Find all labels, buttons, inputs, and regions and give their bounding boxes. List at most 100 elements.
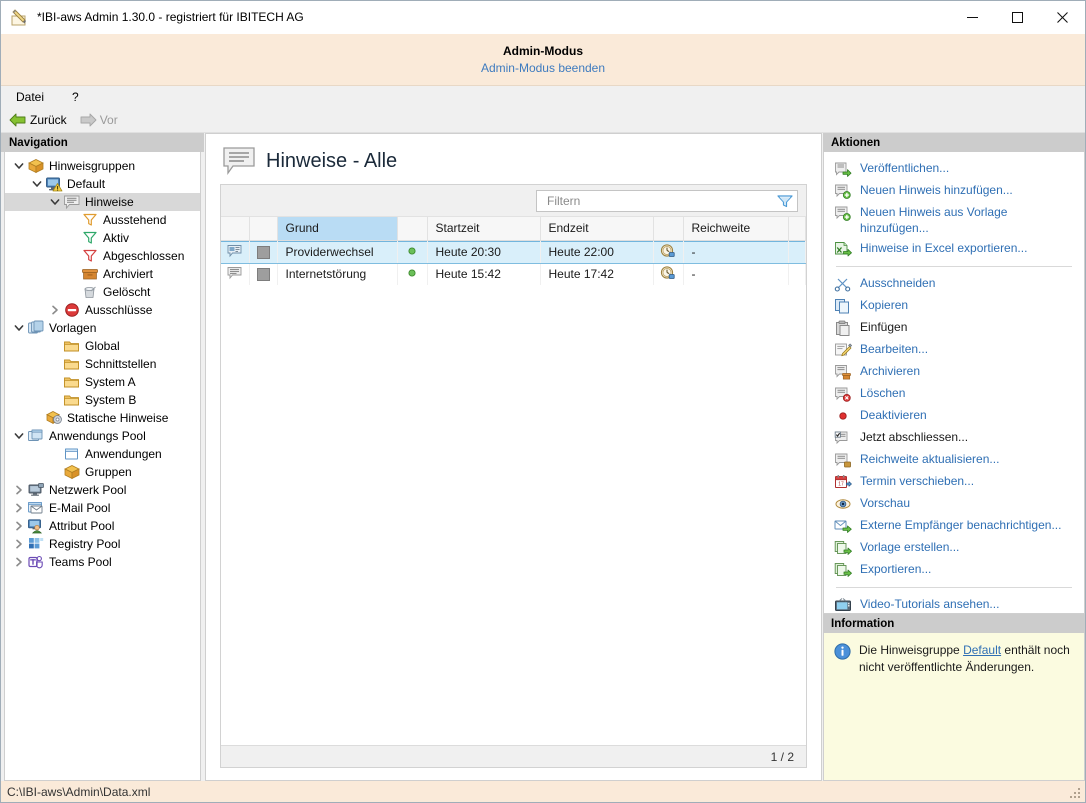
chevron-right-icon[interactable]: [47, 302, 63, 318]
chevron-down-icon[interactable]: [11, 320, 27, 336]
menu-datei[interactable]: Datei: [13, 89, 47, 105]
grid-body[interactable]: Providerwechsel Heute 20:30 Heute 22:00- In…: [221, 240, 806, 745]
forward-button[interactable]: Vor: [79, 113, 118, 127]
tree-item-hinweise[interactable]: Hinweise: [5, 193, 200, 211]
admin-mode-exit-link[interactable]: Admin-Modus beenden: [481, 59, 605, 77]
action-deaktivieren[interactable]: Deaktivieren: [824, 405, 1084, 427]
col-grund[interactable]: Grund: [277, 217, 398, 241]
tree-item-label: Schnittstellen: [85, 357, 157, 371]
filter-input[interactable]: [545, 192, 777, 209]
actions-list[interactable]: Veröffentlichen... Neuen Hinweis hinzufüg…: [823, 152, 1085, 614]
col-spacer[interactable]: [788, 217, 806, 241]
resize-grip[interactable]: [1070, 788, 1082, 800]
menu-help[interactable]: ?: [69, 89, 82, 105]
navigation-tree-scroll[interactable]: Hinweisgruppen Default Hinweise Ausstehend A…: [4, 152, 201, 781]
action-video-tutorials-ansehen[interactable]: Video-Tutorials ansehen...: [824, 594, 1084, 613]
maximize-button[interactable]: [995, 0, 1040, 34]
cell-grund: Providerwechsel: [277, 240, 398, 264]
action-neuen-hinweis-hinzufügen[interactable]: Neuen Hinweis hinzufügen...: [824, 180, 1084, 202]
col-reichweite[interactable]: Reichweite: [683, 217, 789, 241]
tree-item-gruppen[interactable]: Gruppen: [5, 463, 200, 481]
action-jetzt-abschliessen[interactable]: Jetzt abschliessen...: [824, 427, 1084, 449]
filter-box[interactable]: [536, 189, 798, 212]
tree-item-label: Vorlagen: [49, 321, 97, 335]
action-vorschau[interactable]: Vorschau: [824, 493, 1084, 515]
chevron-down-icon[interactable]: [11, 158, 27, 174]
action-vorlage-erstellen[interactable]: Vorlage erstellen...: [824, 537, 1084, 559]
cell-spacer: [788, 240, 806, 264]
notice-lines-icon: [222, 146, 256, 176]
app-icon: [9, 6, 31, 28]
action-bearbeiten[interactable]: Bearbeiten...: [824, 339, 1084, 361]
tree-item-aktiv[interactable]: Aktiv: [5, 229, 200, 247]
chevron-down-icon[interactable]: [11, 428, 27, 444]
action-ausschneiden[interactable]: Ausschneiden: [824, 273, 1084, 295]
notice-delete-icon: [834, 386, 852, 403]
info-link-default[interactable]: Default: [963, 643, 1001, 657]
action-externe-empfänger-benachrichtigen[interactable]: Externe Empfänger benachrichtigen...: [824, 515, 1084, 537]
col-recurrence[interactable]: [653, 217, 684, 241]
action-veröffentlichen[interactable]: Veröffentlichen...: [824, 158, 1084, 180]
tree-item-label: Global: [85, 339, 120, 353]
col-status-dot[interactable]: [397, 217, 428, 241]
tree-item-netzwerk-pool[interactable]: Netzwerk Pool: [5, 481, 200, 499]
minimize-button[interactable]: [950, 0, 995, 34]
tree-item-abgeschlossen[interactable]: Abgeschlossen: [5, 247, 200, 265]
deactivate-dot-icon: [834, 408, 852, 425]
col-endzeit[interactable]: Endzeit: [540, 217, 654, 241]
tree-item-statische-hinweise[interactable]: Statische Hinweise: [5, 409, 200, 427]
action-reichweite-aktualisieren[interactable]: Reichweite aktualisieren...: [824, 449, 1084, 471]
action-einfügen[interactable]: Einfügen: [824, 317, 1084, 339]
action-neuen-hinweis-aus-vorlage-hinzufügen[interactable]: Neuen Hinweis aus Vorlage hinzufügen...: [824, 202, 1084, 238]
tree-item-hinweisgruppen[interactable]: Hinweisgruppen: [5, 157, 200, 175]
tree-item-attribut-pool[interactable]: Attribut Pool: [5, 517, 200, 535]
funnel-filter-icon[interactable]: [777, 194, 793, 208]
action-hinweise-in-excel-exportieren[interactable]: Hinweise in Excel exportieren...: [824, 238, 1084, 260]
table-row[interactable]: Providerwechsel Heute 20:30 Heute 22:00 -: [221, 240, 806, 264]
tree-item-global[interactable]: Global: [5, 337, 200, 355]
chevron-down-icon[interactable]: [47, 194, 63, 210]
action-termin-verschieben[interactable]: 17 Termin verschieben...: [824, 471, 1084, 493]
tree-item-ausstehend[interactable]: Ausstehend: [5, 211, 200, 229]
tree-item-e-mail-pool[interactable]: E-Mail Pool: [5, 499, 200, 517]
back-button[interactable]: Zurück: [9, 113, 67, 127]
tree-item-gel-scht[interactable]: Gelöscht: [5, 283, 200, 301]
action-label: Video-Tutorials ansehen...: [860, 597, 1000, 611]
tree-item-schnittstellen[interactable]: Schnittstellen: [5, 355, 200, 373]
tree-item-archiviert[interactable]: Archiviert: [5, 265, 200, 283]
chevron-right-icon[interactable]: [11, 518, 27, 534]
tree-item-system-b[interactable]: System B: [5, 391, 200, 409]
tree-item-teams-pool[interactable]: Teams Pool: [5, 553, 200, 571]
tree-item-anwendungs-pool[interactable]: Anwendungs Pool: [5, 427, 200, 445]
tree-item-label: Ausschlüsse: [85, 303, 153, 317]
action-archivieren[interactable]: Archivieren: [824, 361, 1084, 383]
col-startzeit[interactable]: Startzeit: [427, 217, 541, 241]
tree-item-ausschl-sse[interactable]: Ausschlüsse: [5, 301, 200, 319]
chevron-right-icon[interactable]: [11, 554, 27, 570]
chevron-down-icon[interactable]: [29, 176, 45, 192]
information-header: Information: [823, 614, 1085, 633]
action-exportieren[interactable]: Exportieren...: [824, 559, 1084, 581]
admin-mode-title: Admin-Modus: [503, 43, 583, 58]
tree-item-registry-pool[interactable]: Registry Pool: [5, 535, 200, 553]
paste-icon: [834, 320, 852, 337]
action-kopieren[interactable]: Kopieren: [824, 295, 1084, 317]
tree-item-label: Default: [67, 177, 106, 191]
publish-arrow-icon: [834, 161, 852, 178]
col-color-swatch[interactable]: [249, 217, 278, 241]
chevron-right-icon[interactable]: [11, 500, 27, 516]
table-row[interactable]: Internetstörung Heute 15:42 Heute 17:42 -: [221, 263, 806, 285]
tree-item-anwendungen[interactable]: Anwendungen: [5, 445, 200, 463]
tree-item-default[interactable]: Default: [5, 175, 200, 193]
chevron-right-icon[interactable]: [11, 482, 27, 498]
tree-item-system-a[interactable]: System A: [5, 373, 200, 391]
col-type-icon[interactable]: [221, 217, 250, 241]
chevron-right-icon[interactable]: [11, 536, 27, 552]
tree-item-vorlagen[interactable]: Vorlagen: [5, 319, 200, 337]
information-text: Die Hinweisgruppe Default enthält noch n…: [859, 642, 1074, 676]
action-löschen[interactable]: Löschen: [824, 383, 1084, 405]
close-button[interactable]: [1040, 0, 1085, 34]
grid-toolbar: [221, 185, 806, 217]
